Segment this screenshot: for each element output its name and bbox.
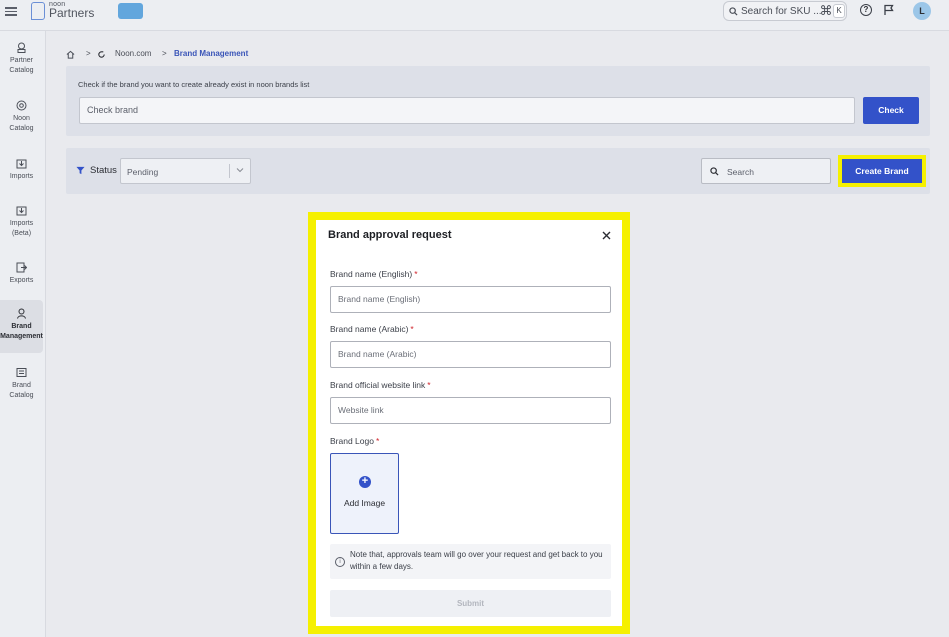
breadcrumb-site[interactable]: Noon.com [115,49,151,58]
brand-name-english-input[interactable]: Brand name (English) [330,286,611,313]
sidebar-item-label: Catalog [9,125,34,132]
shortcut-key: K [833,4,845,18]
field-label-text: Brand Logo [330,436,374,446]
sidebar-item-label: Noon [13,115,30,122]
brand-management-icon [17,308,26,319]
sidebar-item-label: Catalog [9,67,34,74]
home-icon[interactable] [66,50,75,59]
sidebar-item-exports[interactable]: Exports [0,262,43,288]
field-label-text: Brand name (Arabic) [330,324,409,334]
check-brand-input[interactable]: Check brand [79,97,855,124]
hamburger-menu-icon[interactable] [5,5,17,17]
field-label-text: Brand official website link [330,380,426,390]
plus-icon: + [359,476,371,488]
required-mark: * [427,380,431,390]
brand-name-arabic-input[interactable]: Brand name (Arabic) [330,341,611,368]
create-brand-highlight: Create Brand [838,155,926,187]
noon-partners-logo-icon [31,2,45,20]
sidebar-item-label: Management [0,333,43,340]
add-image-label: Add Image [343,498,386,508]
filter-icon [76,166,85,175]
status-dropdown[interactable]: Pending [120,158,251,184]
sidebar-item-partner-catalog[interactable]: Partner Catalog [0,42,43,78]
submit-button[interactable]: Submit [330,590,611,617]
status-value: Pending [127,167,159,177]
sidebar: Partner Catalog Noon Catalog Imports Imp… [0,31,46,637]
breadcrumb-separator: > [162,49,167,58]
modal-title: Brand approval request [328,229,452,241]
sidebar-item-label: Brand [12,382,31,389]
close-icon[interactable] [602,231,611,240]
required-mark: * [375,436,380,446]
website-link-input[interactable]: Website link [330,397,611,424]
global-search-placeholder: Search for SKU ... [741,6,822,17]
field-label-text: Brand name (English) [330,269,413,279]
imports-icon [16,159,27,169]
status-label: Status [90,165,117,176]
help-icon[interactable]: ? [860,4,872,16]
logo-text: Partners [49,6,95,20]
sidebar-item-noon-catalog[interactable]: Noon Catalog [0,100,43,136]
top-bar: noon Partners Search for SKU ... ⌘ K ? L [0,0,949,31]
status-separator [229,164,230,178]
info-icon: i [335,557,345,567]
add-image-button[interactable]: + Add Image [330,453,399,534]
sidebar-item-label: Brand [11,323,32,330]
feedback-flag-icon[interactable] [883,4,895,16]
global-search-input[interactable]: Search for SKU ... ⌘ K [723,1,847,21]
sidebar-item-label: Exports [9,277,34,284]
exports-icon [16,262,27,273]
brand-catalog-icon [16,368,27,377]
sidebar-item-brand-catalog[interactable]: Brand Catalog [0,367,43,403]
search-icon [710,167,719,176]
check-brand-label: Check if the brand you want to create al… [78,80,310,89]
required-mark: * [410,324,414,334]
sidebar-item-imports[interactable]: Imports [0,158,43,184]
sidebar-item-label: Imports [9,220,34,227]
brand-approval-modal: Brand approval request Brand name (Engli… [316,220,622,626]
command-key-icon: ⌘ [819,3,833,18]
sidebar-item-label: Imports [9,173,34,180]
chevron-down-icon[interactable] [235,165,245,175]
website-link-label: Brand official website link * [330,380,431,390]
brand-name-arabic-label: Brand name (Arabic) * [330,324,414,334]
breadcrumb-current: Brand Management [174,49,249,58]
brand-name-english-label: Brand name (English) * [330,269,418,279]
sidebar-item-brand-management[interactable]: Brand Management [0,300,43,353]
partner-catalog-icon [17,42,26,53]
approval-note: i Note that, approvals team will go over… [330,544,611,579]
noon-catalog-icon [16,100,27,111]
filter-panel: Status Pending Search Create Brand [66,148,930,194]
refresh-icon[interactable] [97,50,106,59]
sidebar-item-label: (Beta) [11,230,32,237]
approval-note-text: Note that, approvals team will go over y… [350,550,603,571]
brand-logo-label: Brand Logo * [330,436,379,446]
breadcrumb-separator: > [86,49,91,58]
search-icon [729,7,738,16]
check-brand-panel: Check if the brand you want to create al… [66,66,930,136]
create-brand-button[interactable]: Create Brand [842,159,922,183]
required-mark: * [414,269,418,279]
sidebar-item-label: Catalog [9,392,34,399]
imports-beta-icon [16,206,27,216]
sidebar-item-imports-beta[interactable]: Imports (Beta) [0,205,43,241]
environment-badge[interactable] [118,3,143,19]
brand-search-placeholder: Search [727,167,754,177]
brand-search-input[interactable]: Search [701,158,831,184]
user-avatar[interactable]: L [913,2,931,20]
check-button[interactable]: Check [863,97,919,124]
sidebar-item-label: Partner [10,57,33,64]
